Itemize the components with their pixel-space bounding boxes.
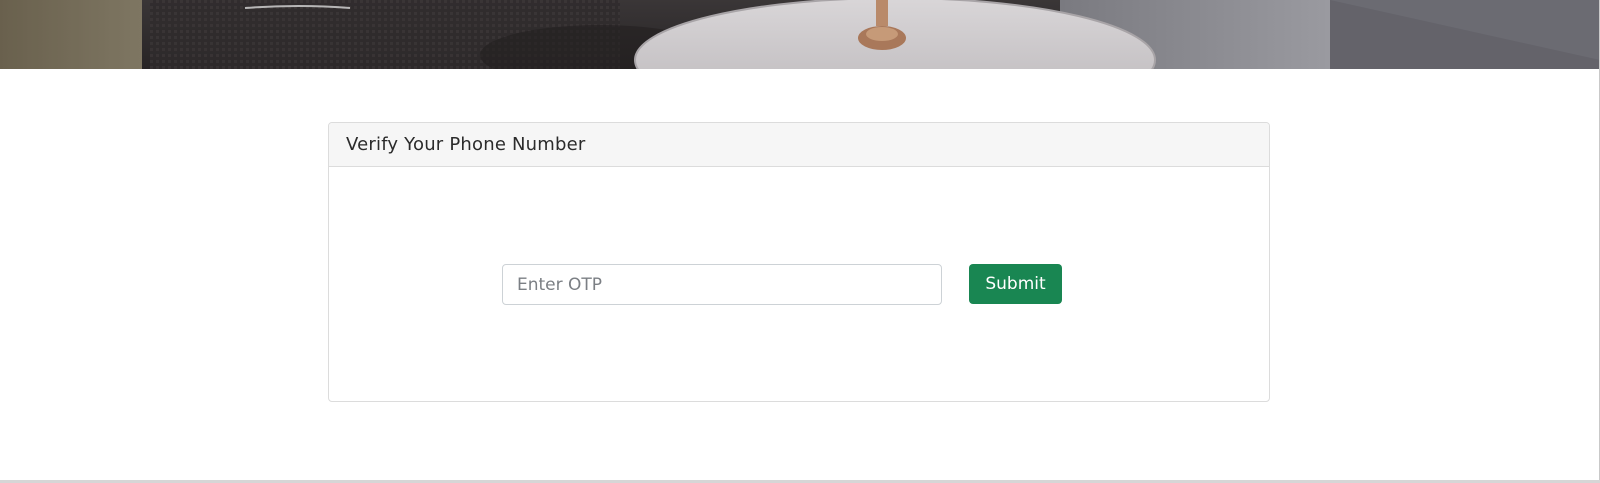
verify-phone-card: Verify Your Phone Number Submit (328, 122, 1270, 402)
otp-input[interactable] (502, 264, 942, 305)
card-title: Verify Your Phone Number (346, 134, 586, 155)
hero-banner-image (0, 0, 1600, 69)
card-header: Verify Your Phone Number (329, 123, 1269, 167)
hero-photo (0, 0, 1600, 69)
submit-button[interactable]: Submit (969, 264, 1062, 304)
page: Verify Your Phone Number Submit (0, 0, 1600, 483)
